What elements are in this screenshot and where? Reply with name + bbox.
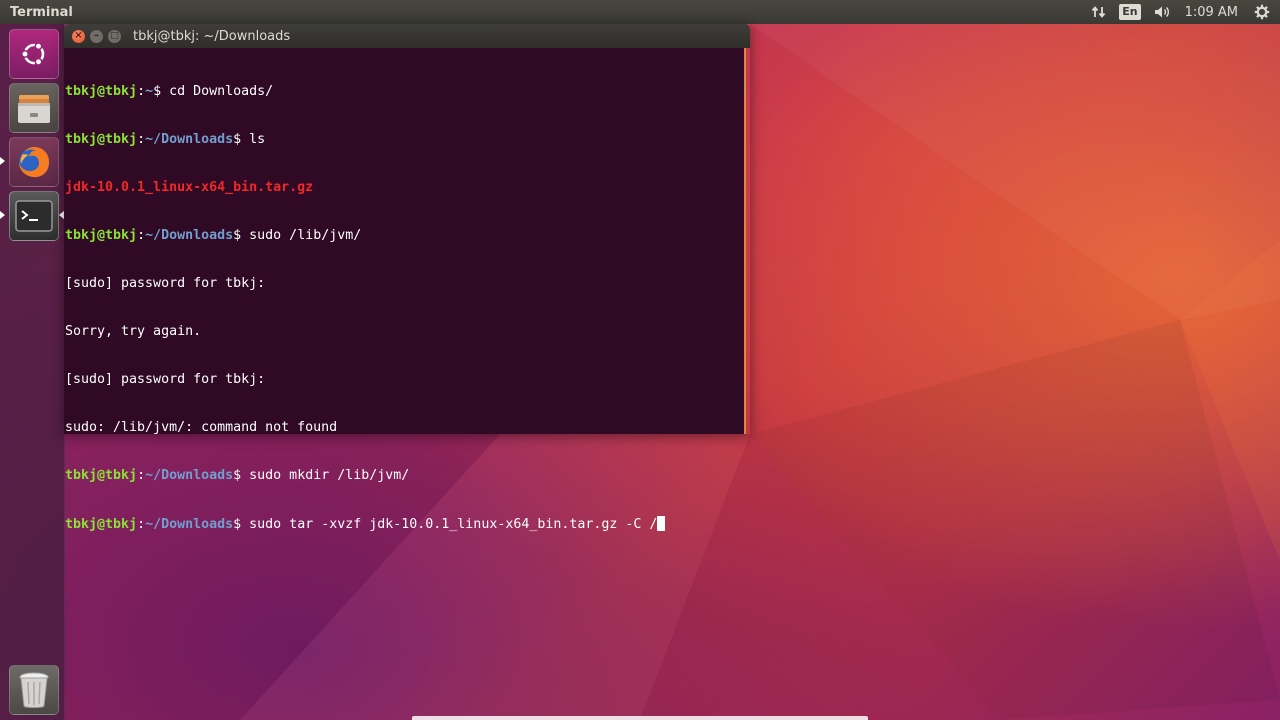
terminal-line: [sudo] password for tbkj: — [65, 372, 744, 388]
terminal-line: tbkj@tbkj:~$ cd Downloads/ — [65, 84, 744, 100]
prompt-user: tbkj@tbkj — [65, 84, 138, 99]
terminal-input-line[interactable]: tbkj@tbkj:~/Downloads$ sudo tar -xvzf jd… — [65, 516, 744, 532]
prompt-user: tbkj@tbkj — [65, 517, 138, 532]
terminal-output[interactable]: tbkj@tbkj:~$ cd Downloads/ tbkj@tbkj:~/D… — [64, 48, 746, 532]
prompt-sep: : — [137, 468, 146, 483]
file-cabinet-icon — [18, 95, 50, 123]
terminal-line: jdk-10.0.1_linux-x64_bin.tar.gz — [65, 180, 744, 196]
active-app-title[interactable]: Terminal — [0, 5, 73, 20]
ubuntu-logo-icon — [21, 42, 45, 66]
command-text: cd Downloads/ — [169, 84, 274, 99]
close-button[interactable]: × — [72, 29, 85, 43]
files-launcher-button[interactable] — [9, 83, 59, 133]
terminal-line: tbkj@tbkj:~/Downloads$ sudo /lib/jvm/ — [65, 228, 744, 244]
output-text: Sorry, try again. — [65, 324, 202, 339]
terminal-line: sudo: /lib/jvm/: command not found — [65, 420, 744, 436]
window-title: tbkj@tbkj: ~/Downloads — [133, 28, 291, 44]
top-panel: Terminal En 1:09 AM — [0, 0, 1280, 24]
terminal-line: tbkj@tbkj:~/Downloads$ sudo mkdir /lib/j… — [65, 468, 744, 484]
prompt-sep: : — [137, 84, 146, 99]
prompt-sep: : — [137, 132, 146, 147]
prompt-path: ~/Downloads — [145, 468, 234, 483]
minimize-button[interactable]: – — [90, 29, 103, 43]
prompt-sigil: $ — [233, 468, 250, 483]
maximize-icon: □ — [110, 31, 119, 41]
text-cursor — [657, 516, 666, 531]
prompt-path: ~/Downloads — [145, 517, 234, 532]
prompt-user: tbkj@tbkj — [65, 228, 138, 243]
terminal-line: [sudo] password for tbkj: — [65, 276, 744, 292]
command-input[interactable]: sudo tar -xvzf jdk-10.0.1_linux-x64_bin.… — [249, 517, 657, 532]
prompt-sep: : — [137, 517, 146, 532]
output-text: [sudo] password for tbkj: — [65, 372, 266, 387]
trash-launcher-button[interactable] — [9, 665, 59, 715]
prompt-sigil: $ — [233, 517, 250, 532]
firefox-running-indicator — [0, 157, 5, 165]
terminal-window[interactable]: × – □ tbkj@tbkj: ~/Downloads tbkj@tbkj:~… — [64, 24, 750, 532]
launcher — [0, 24, 65, 720]
dash-home-button[interactable] — [9, 29, 59, 79]
indicator-area: En 1:09 AM — [1085, 0, 1280, 24]
prompt-sigil: $ — [233, 132, 250, 147]
prompt-sigil: $ — [233, 228, 250, 243]
trash-icon — [19, 672, 49, 708]
firefox-launcher-button[interactable] — [9, 137, 59, 187]
terminal-line: Sorry, try again. — [65, 324, 744, 340]
gear-icon[interactable] — [1254, 0, 1270, 24]
prompt-user: tbkj@tbkj — [65, 468, 138, 483]
maximize-button[interactable]: □ — [108, 29, 121, 43]
window-titlebar[interactable]: × – □ tbkj@tbkj: ~/Downloads — [64, 24, 750, 48]
terminal-launcher-button[interactable] — [9, 191, 59, 241]
screen-bottom-highlight — [412, 716, 868, 720]
prompt-user: tbkj@tbkj — [65, 132, 138, 147]
output-text: [sudo] password for tbkj: — [65, 276, 266, 291]
command-text: sudo mkdir /lib/jvm/ — [249, 468, 410, 483]
close-icon: × — [74, 30, 83, 41]
keyboard-layout-indicator[interactable]: En — [1119, 0, 1141, 24]
network-transfer-icon[interactable] — [1091, 0, 1107, 24]
terminal-line: tbkj@tbkj:~/Downloads$ ls — [65, 132, 744, 148]
command-text: sudo /lib/jvm/ — [249, 228, 362, 243]
terminal-icon — [15, 200, 53, 232]
keyboard-layout-label: En — [1119, 4, 1141, 20]
archive-file-name: jdk-10.0.1_linux-x64_bin.tar.gz — [65, 180, 314, 195]
prompt-sep: : — [137, 228, 146, 243]
prompt-path: ~/Downloads — [145, 228, 234, 243]
prompt-sigil: $ — [153, 84, 170, 99]
firefox-icon — [19, 147, 50, 178]
command-text: ls — [249, 132, 266, 147]
volume-icon[interactable] — [1153, 0, 1171, 24]
clock[interactable]: 1:09 AM — [1185, 0, 1238, 24]
output-text: sudo: /lib/jvm/: command not found — [65, 420, 338, 435]
minimize-icon: – — [94, 30, 99, 41]
terminal-running-indicator — [0, 211, 5, 219]
prompt-path: ~ — [145, 84, 154, 99]
prompt-path: ~/Downloads — [145, 132, 234, 147]
